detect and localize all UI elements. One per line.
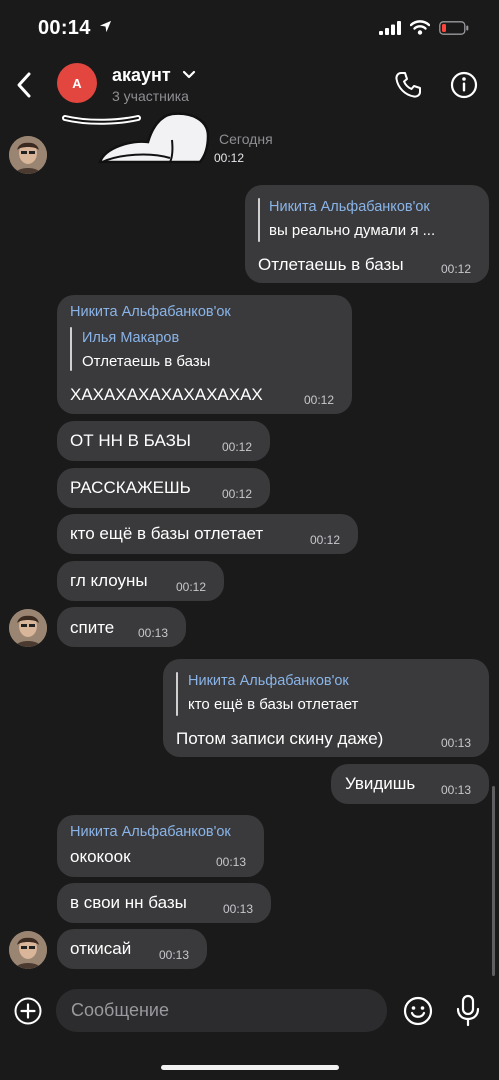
info-icon[interactable] xyxy=(449,70,479,100)
message-time: 00:13 xyxy=(441,736,472,750)
message-text: откисай xyxy=(70,939,132,958)
message-time: 00:13 xyxy=(441,783,472,797)
message-time: 00:12 xyxy=(441,262,472,276)
message-time: 00:12 xyxy=(310,533,341,547)
back-icon[interactable] xyxy=(12,70,36,100)
message-text: кто ещё в базы отлетает xyxy=(70,524,264,543)
reply-author: Никита Альфабанков'ок xyxy=(188,673,349,689)
sticker-image[interactable] xyxy=(60,110,215,170)
plus-icon[interactable] xyxy=(13,996,43,1026)
chat-title[interactable]: акаунт xyxy=(112,65,171,86)
message-time: 00:13 xyxy=(216,855,247,869)
message-time: 00:12 xyxy=(222,487,253,501)
sticker-time: 00:12 xyxy=(211,151,248,165)
message-time: 00:13 xyxy=(159,948,190,962)
message-text: спите xyxy=(70,618,115,637)
reply-text: кто ещё в базы отлетает xyxy=(188,696,359,713)
status-time: 00:14 xyxy=(38,17,112,40)
message-text: гл клоуны xyxy=(70,571,148,590)
sender-name: Никита Альфабанков'ок xyxy=(70,304,231,320)
reply-author: Илья Макаров xyxy=(82,330,180,346)
sender-name: Никита Альфабанков'ок xyxy=(70,824,231,840)
message-time: 00:13 xyxy=(223,902,254,916)
message-text: в свои нн базы xyxy=(70,893,187,912)
message-text: РАССКАЖЕШЬ xyxy=(70,478,191,497)
microphone-icon[interactable] xyxy=(455,994,481,1028)
message-time: 00:13 xyxy=(138,626,169,640)
avatar[interactable] xyxy=(9,609,47,647)
message-text: ОТ НН В БАЗЫ xyxy=(70,431,191,450)
wifi-icon xyxy=(410,20,430,35)
chat-participants: 3 участника xyxy=(112,88,189,104)
emoji-icon[interactable] xyxy=(402,995,434,1027)
reply-quote-bar xyxy=(176,672,178,716)
reply-quote-bar xyxy=(70,327,72,371)
message-text: Отлетаешь в базы xyxy=(258,255,404,274)
chevron-down-icon[interactable] xyxy=(182,69,196,81)
reply-text: вы реально думали я ... xyxy=(269,222,436,239)
message-text: Увидишь xyxy=(345,774,416,793)
reply-author: Никита Альфабанков'ок xyxy=(269,199,430,215)
message-text: ококоок xyxy=(70,847,131,866)
avatar[interactable] xyxy=(9,931,47,969)
message-time: 00:12 xyxy=(222,440,253,454)
message-text: ХАХАХАХАХАХАХАХАХ xyxy=(70,385,263,404)
message-time: 00:12 xyxy=(304,393,335,407)
signal-icon xyxy=(379,20,401,35)
message-input-placeholder: Сообщение xyxy=(71,1000,169,1020)
chat-avatar[interactable]: A xyxy=(57,63,97,103)
message-text: Потом записи скину даже) xyxy=(176,729,384,748)
location-arrow-icon xyxy=(99,20,111,33)
scrollbar[interactable] xyxy=(492,786,495,976)
phone-icon[interactable] xyxy=(393,70,423,100)
date-divider: Сегодня xyxy=(219,131,273,147)
reply-text: Отлетаешь в базы xyxy=(82,353,211,370)
message-time: 00:12 xyxy=(176,580,207,594)
battery-icon xyxy=(439,20,469,35)
reply-quote-bar xyxy=(258,198,260,242)
status-indicators xyxy=(379,20,469,35)
home-indicator xyxy=(161,1065,339,1070)
avatar[interactable] xyxy=(9,136,47,174)
